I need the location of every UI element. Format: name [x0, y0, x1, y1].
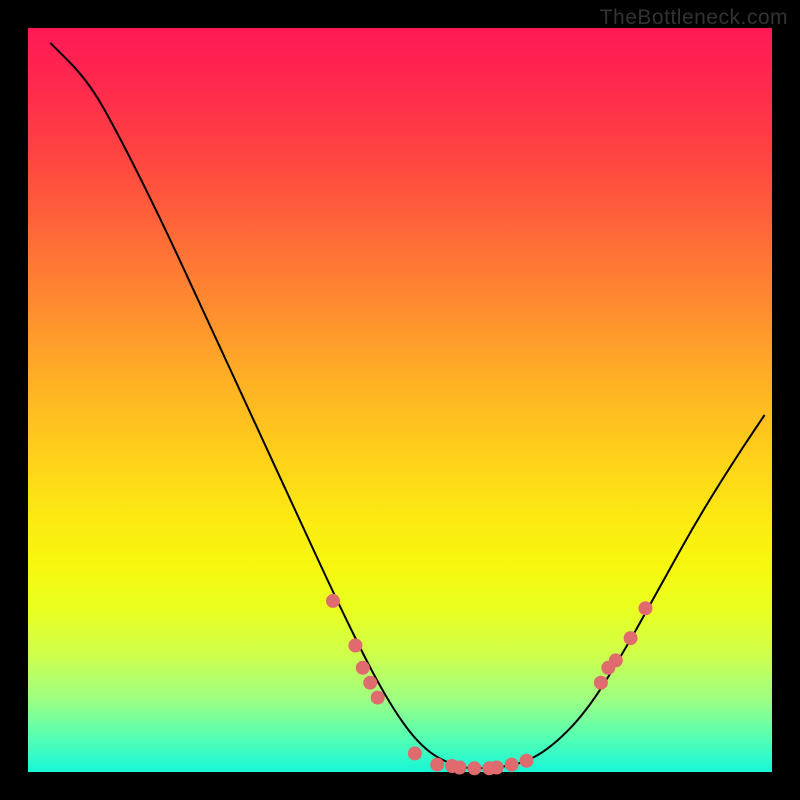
- data-point: [363, 676, 377, 690]
- data-point: [594, 676, 608, 690]
- data-point: [348, 639, 362, 653]
- data-points-group: [326, 594, 653, 775]
- data-point: [453, 761, 467, 775]
- chart-plot-area: [28, 28, 772, 772]
- bottleneck-curve: [50, 43, 764, 768]
- data-point: [624, 631, 638, 645]
- data-point: [408, 746, 422, 760]
- watermark-text: TheBottleneck.com: [600, 6, 788, 30]
- data-point: [490, 761, 504, 775]
- data-point: [639, 601, 653, 615]
- data-point: [609, 653, 623, 667]
- data-point: [371, 691, 385, 705]
- chart-svg: [28, 28, 772, 772]
- data-point: [520, 754, 534, 768]
- data-point: [467, 761, 481, 775]
- data-point: [356, 661, 370, 675]
- data-point: [326, 594, 340, 608]
- data-point: [430, 758, 444, 772]
- data-point: [505, 758, 519, 772]
